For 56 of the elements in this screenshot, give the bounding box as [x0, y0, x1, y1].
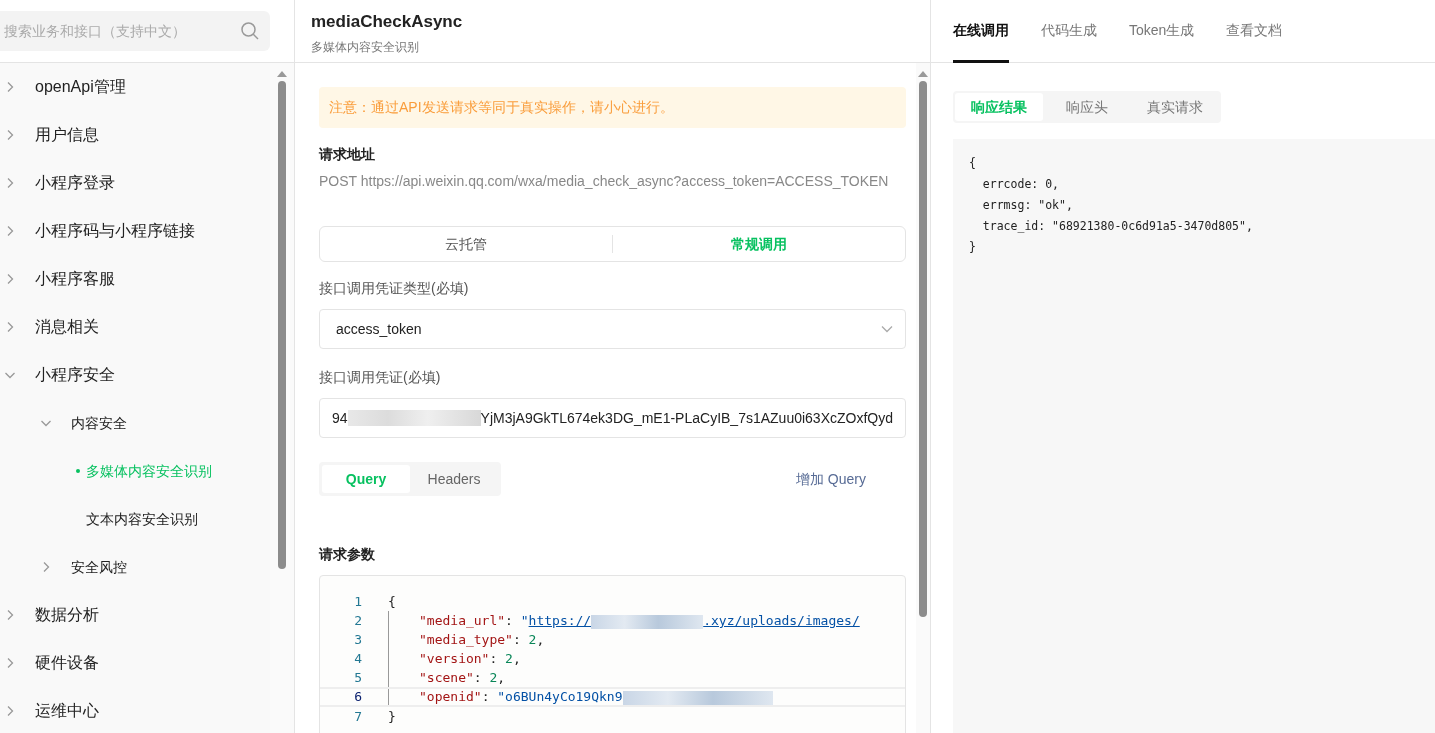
scroll-up-icon[interactable]	[277, 71, 287, 77]
line-number: 2	[353, 612, 362, 630]
line-number: 6	[353, 689, 362, 705]
scrollbar-thumb[interactable]	[919, 81, 927, 617]
nav-item[interactable]: 小程序安全	[35, 363, 115, 387]
line-number: 5	[353, 669, 362, 687]
line-number: 3	[353, 631, 362, 649]
tab[interactable]: 真实请求	[1131, 93, 1219, 121]
code-line: "openid": "o6BUn4yCo19Qkn9	[388, 689, 773, 705]
page-subtitle: 多媒体内容安全识别	[311, 39, 420, 56]
code-line: }	[387, 708, 396, 726]
code-line: "media_url": "https:// .xyz/uploads/images/	[388, 611, 860, 630]
tab[interactable]: 在线调用	[953, 0, 1009, 63]
tab[interactable]: 响应头	[1043, 93, 1131, 121]
code-line: "media_type": 2,	[388, 630, 545, 649]
nav-item[interactable]: 小程序登录	[35, 171, 115, 195]
section-label: 请求参数	[319, 545, 376, 564]
nav-item[interactable]: 安全风控	[71, 556, 127, 578]
code-line: "scene": 2,	[388, 668, 506, 687]
add-query-link[interactable]: 增加 Query	[796, 468, 866, 490]
page-title: mediaCheckAsync	[311, 11, 464, 33]
nav-item[interactable]: 小程序客服	[35, 267, 115, 291]
field-label: 接口调用凭证(必填)	[319, 368, 442, 387]
nav-item[interactable]: 小程序码与小程序链接	[35, 219, 195, 243]
input-field[interactable]: 94 YjM3jA9GkTL674ek3DG_mE1-PLaCyIB_7s1AZuu0i63XcZOxfQyd	[319, 398, 906, 438]
code-line: {	[387, 593, 396, 611]
nav-item[interactable]: 消息相关	[35, 315, 99, 339]
tab[interactable]: 查看文档	[1226, 0, 1283, 63]
line-number: 7	[353, 708, 362, 726]
field-label: 接口调用凭证类型(必填)	[319, 279, 470, 298]
nav-item[interactable]: 数据分析	[35, 603, 99, 627]
nav-item[interactable]: 硬件设备	[35, 651, 99, 675]
line-number: 1	[353, 593, 362, 611]
scroll-up-icon[interactable]	[918, 71, 928, 77]
nav-item[interactable]: 用户信息	[35, 123, 99, 147]
bullet-icon	[76, 469, 80, 473]
nav-item[interactable]: 运维中心	[35, 699, 99, 723]
section-label: 请求地址	[319, 145, 376, 164]
code-line: "version": 2,	[388, 649, 521, 668]
scrollbar-thumb[interactable]	[278, 81, 286, 569]
search-field[interactable]: 搜索业务和接口（支持中文）	[0, 11, 270, 51]
tab[interactable]: Token生成	[1129, 0, 1195, 63]
request-url: POST https://api.weixin.qq.com/wxa/media_check_async?access_token=ACCESS_TOKEN	[319, 172, 890, 191]
nav-item[interactable]: 内容安全	[71, 412, 127, 434]
nav-item[interactable]: openApi管理	[35, 75, 126, 99]
notice-banner: 注意：通过API发送请求等同于真实操作，请小心进行。	[319, 87, 906, 128]
line-number: 4	[353, 650, 362, 668]
code-editor[interactable]: 1 { 2 "media_url": "https:// .xyz/uploads/images/ 3 "media_type": 2, 4 "version": 2, 5 "scene": 2, 6 "openid": "o6BUn4yCo19Qkn9 7 }	[319, 575, 906, 733]
segment-tab[interactable]: 云托管	[320, 227, 612, 261]
chevron-down-icon	[881, 325, 893, 333]
tab[interactable]: 代码生成	[1041, 0, 1097, 63]
response-code: { errcode: 0, errmsg: "ok", trace_id: "68921380-0c6d91a5-3470d805", }	[953, 139, 1435, 733]
tab[interactable]: Headers	[410, 465, 498, 493]
nav-item[interactable]: 文本内容安全识别	[86, 508, 198, 530]
search-icon	[240, 21, 260, 41]
select-field[interactable]: access_token	[319, 309, 906, 349]
